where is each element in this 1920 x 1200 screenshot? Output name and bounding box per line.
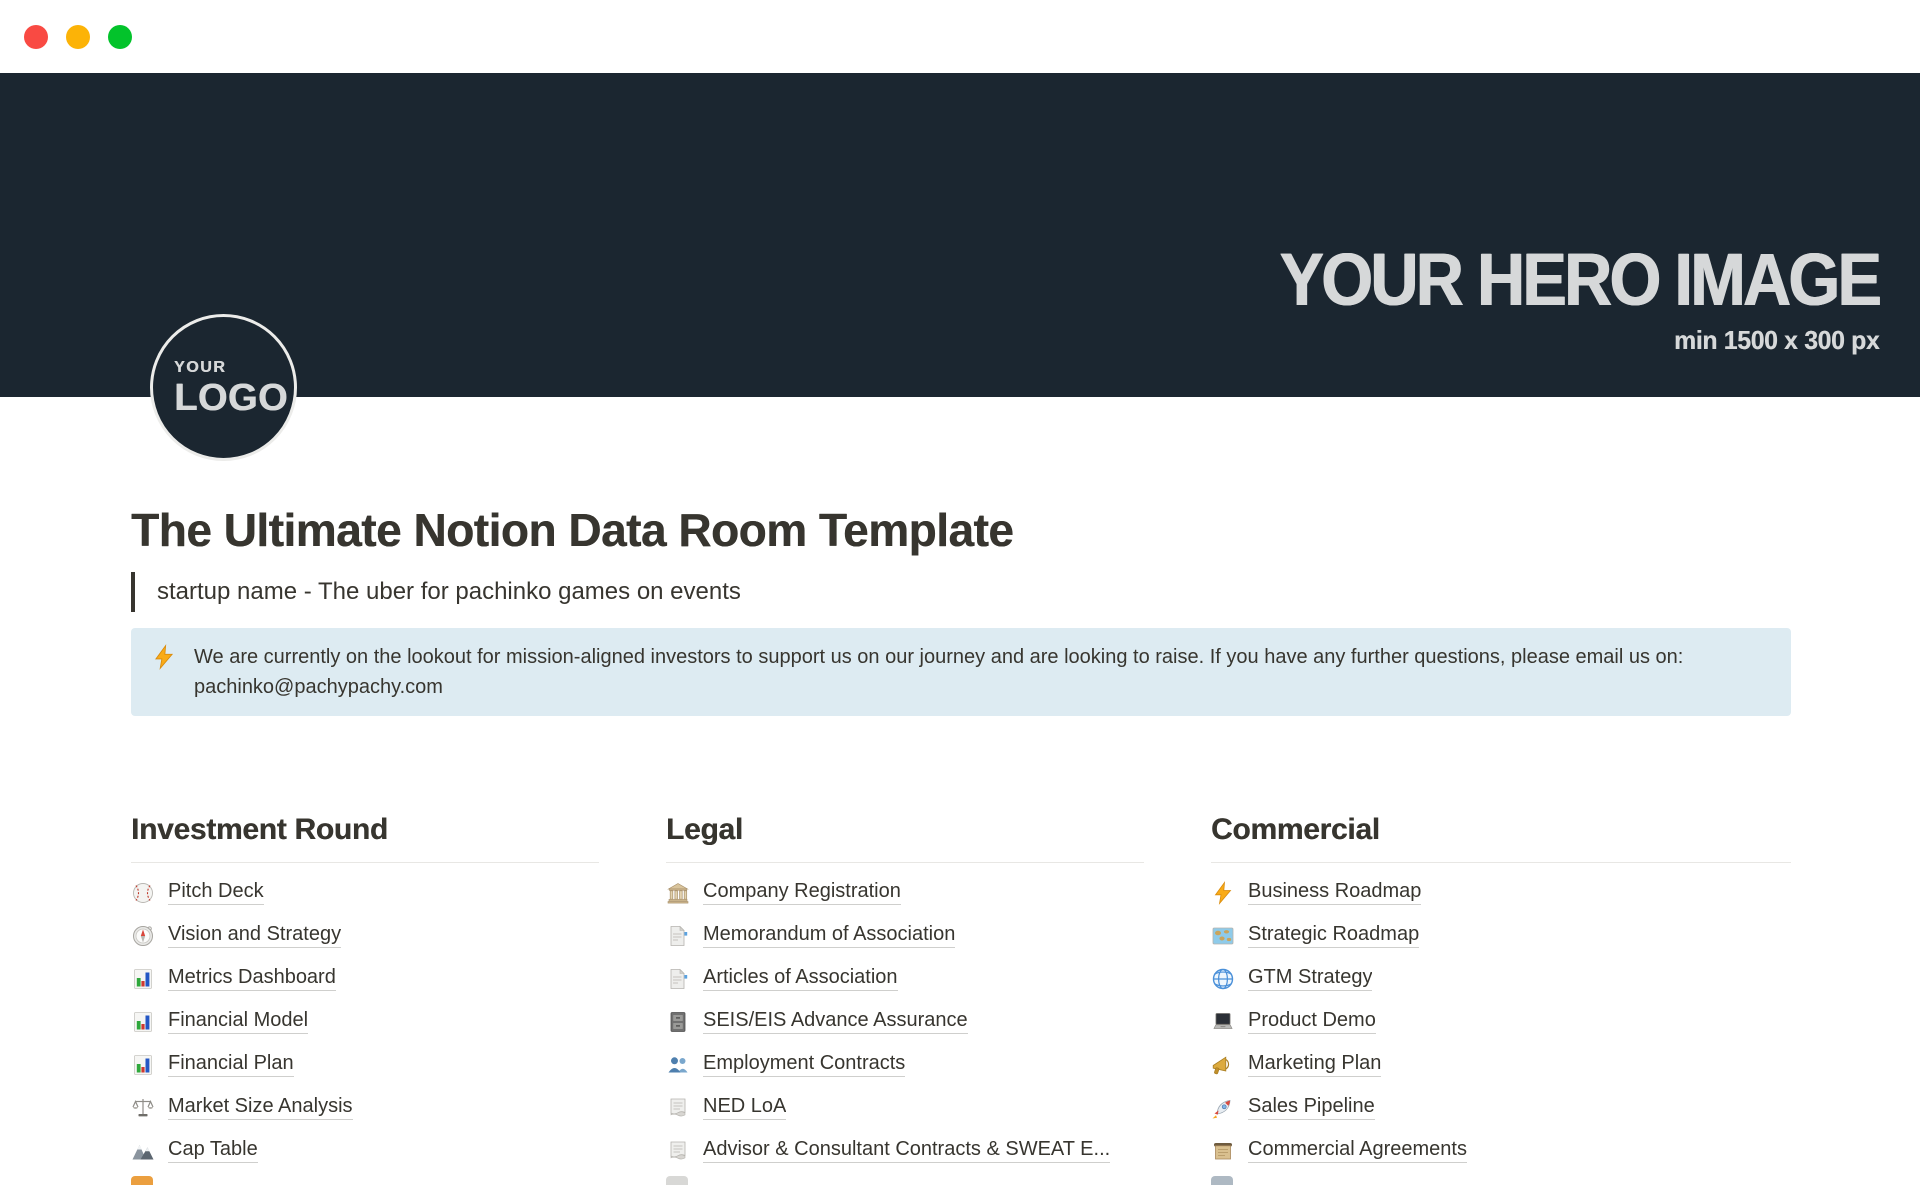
callout-email: pachinko@pachypachy.com	[194, 676, 443, 698]
bar-chart-icon	[131, 1010, 155, 1034]
quote-bar	[131, 572, 135, 612]
doc-link-financial-model[interactable]: Financial Model	[131, 1000, 599, 1043]
doc-link-ned-loa[interactable]: NED LoA	[666, 1086, 1144, 1129]
partial-next-item-icon	[666, 1176, 688, 1185]
doc-link-advisor-consultant-contracts-sweat-e[interactable]: Advisor & Consultant Contracts & SWEAT E…	[666, 1129, 1144, 1172]
mountain-icon	[131, 1139, 155, 1163]
doc-link-label: Market Size Analysis	[168, 1095, 353, 1120]
column-heading-commercial: Commercial	[1211, 811, 1791, 863]
doc-link-pitch-deck[interactable]: Pitch Deck	[131, 871, 599, 914]
doc-link-financial-plan[interactable]: Financial Plan	[131, 1043, 599, 1086]
doc-link-label: Financial Plan	[168, 1052, 294, 1077]
doc-link-gtm-strategy[interactable]: GTM Strategy	[1211, 957, 1791, 1000]
doc-link-cap-table[interactable]: Cap Table	[131, 1129, 599, 1172]
page-content: The Ultimate Notion Data Room Template s…	[131, 397, 1791, 1185]
quote-text: startup name - The uber for pachinko gam…	[157, 572, 741, 612]
doc-link-label: Advisor & Consultant Contracts & SWEAT E…	[703, 1138, 1110, 1163]
rocket-icon	[1211, 1096, 1235, 1120]
doc-link-sales-pipeline[interactable]: Sales Pipeline	[1211, 1086, 1791, 1129]
file-cabinet-icon	[666, 1010, 690, 1034]
doc-link-commercial-agreements[interactable]: Commercial Agreements	[1211, 1129, 1791, 1172]
minimize-window-button[interactable]	[66, 25, 90, 49]
column-investment-round: Investment Round Pitch Deck Vision and S…	[131, 811, 599, 1185]
bookmark-tabs-icon	[666, 924, 690, 948]
bar-chart-icon	[131, 967, 155, 991]
doc-link-label: Product Demo	[1248, 1009, 1376, 1034]
doc-link-label: Company Registration	[703, 880, 901, 905]
column-heading-legal: Legal	[666, 811, 1144, 863]
megaphone-icon	[1211, 1053, 1235, 1077]
classical-building-icon	[666, 881, 690, 905]
doc-link-label: Financial Model	[168, 1009, 308, 1034]
doc-link-label: Articles of Association	[703, 966, 898, 991]
hero-size-hint: min 1500 x 300 px	[1246, 325, 1879, 356]
doc-link-label: Pitch Deck	[168, 880, 264, 905]
quote-block: startup name - The uber for pachinko gam…	[131, 572, 1791, 612]
logo-text-your: YOUR	[174, 359, 294, 377]
column-heading-investment-round: Investment Round	[131, 811, 599, 863]
column-items: Pitch Deck Vision and Strategy Metrics D…	[131, 871, 599, 1172]
doc-link-label: NED LoA	[703, 1095, 786, 1120]
doc-link-business-roadmap[interactable]: Business Roadmap	[1211, 871, 1791, 914]
doc-link-label: SEIS/EIS Advance Assurance	[703, 1009, 968, 1034]
compass-icon	[131, 924, 155, 948]
balance-scale-icon	[131, 1096, 155, 1120]
doc-link-label: Cap Table	[168, 1138, 258, 1163]
column-items: Business Roadmap Strategic Roadmap GTM S…	[1211, 871, 1791, 1172]
lightning-icon	[1211, 881, 1235, 905]
lightning-icon	[151, 644, 177, 670]
page-curl-icon	[666, 1139, 690, 1163]
callout-text: We are currently on the lookout for miss…	[194, 642, 1683, 702]
partial-next-item-icon	[1211, 1176, 1233, 1185]
hero-placeholder: YOUR HERO IMAGE min 1500 x 300 px	[1213, 243, 1879, 356]
doc-link-seis-eis-advance-assurance[interactable]: SEIS/EIS Advance Assurance	[666, 1000, 1144, 1043]
page-curl-icon	[666, 1096, 690, 1120]
page-title: The Ultimate Notion Data Room Template	[131, 503, 1791, 558]
doc-link-product-demo[interactable]: Product Demo	[1211, 1000, 1791, 1043]
column-legal: Legal Company Registration Memorandum of…	[666, 811, 1144, 1185]
doc-link-employment-contracts[interactable]: Employment Contracts	[666, 1043, 1144, 1086]
doc-link-market-size-analysis[interactable]: Market Size Analysis	[131, 1086, 599, 1129]
app-window: YOUR HERO IMAGE min 1500 x 300 px YOUR L…	[0, 0, 1920, 1200]
scroll-icon	[1211, 1139, 1235, 1163]
zoom-window-button[interactable]	[108, 25, 132, 49]
doc-link-label: Commercial Agreements	[1248, 1138, 1467, 1163]
page-cover-image[interactable]: YOUR HERO IMAGE min 1500 x 300 px	[0, 73, 1920, 397]
partial-next-item-icon	[131, 1176, 153, 1185]
doc-link-label: Marketing Plan	[1248, 1052, 1381, 1077]
doc-link-label: Memorandum of Association	[703, 923, 955, 948]
column-items: Company Registration Memorandum of Assoc…	[666, 871, 1144, 1172]
doc-link-metrics-dashboard[interactable]: Metrics Dashboard	[131, 957, 599, 1000]
doc-link-label: Employment Contracts	[703, 1052, 905, 1077]
callout-line-1: We are currently on the lookout for miss…	[194, 646, 1683, 668]
doc-link-strategic-roadmap[interactable]: Strategic Roadmap	[1211, 914, 1791, 957]
doc-link-memorandum-of-association[interactable]: Memorandum of Association	[666, 914, 1144, 957]
doc-link-label: Metrics Dashboard	[168, 966, 336, 991]
bookmark-tabs-icon	[666, 967, 690, 991]
doc-link-company-registration[interactable]: Company Registration	[666, 871, 1144, 914]
doc-link-label: Business Roadmap	[1248, 880, 1421, 905]
callout-block: We are currently on the lookout for miss…	[131, 628, 1791, 716]
hero-placeholder-title: YOUR HERO IMAGE	[1279, 243, 1879, 317]
doc-link-label: Vision and Strategy	[168, 923, 341, 948]
close-window-button[interactable]	[24, 25, 48, 49]
doc-link-label: GTM Strategy	[1248, 966, 1372, 991]
world-map-icon	[1211, 924, 1235, 948]
columns-row: Investment Round Pitch Deck Vision and S…	[131, 811, 1791, 1185]
doc-link-articles-of-association[interactable]: Articles of Association	[666, 957, 1144, 1000]
column-commercial: Commercial Business Roadmap Strategic Ro…	[1211, 811, 1791, 1185]
doc-link-marketing-plan[interactable]: Marketing Plan	[1211, 1043, 1791, 1086]
doc-link-label: Strategic Roadmap	[1248, 923, 1419, 948]
globe-icon	[1211, 967, 1235, 991]
baseball-icon	[131, 881, 155, 905]
doc-link-vision-and-strategy[interactable]: Vision and Strategy	[131, 914, 599, 957]
doc-link-label: Sales Pipeline	[1248, 1095, 1375, 1120]
window-titlebar	[0, 0, 1920, 73]
laptop-icon	[1211, 1010, 1235, 1034]
busts-icon	[666, 1053, 690, 1077]
bar-chart-icon	[131, 1053, 155, 1077]
